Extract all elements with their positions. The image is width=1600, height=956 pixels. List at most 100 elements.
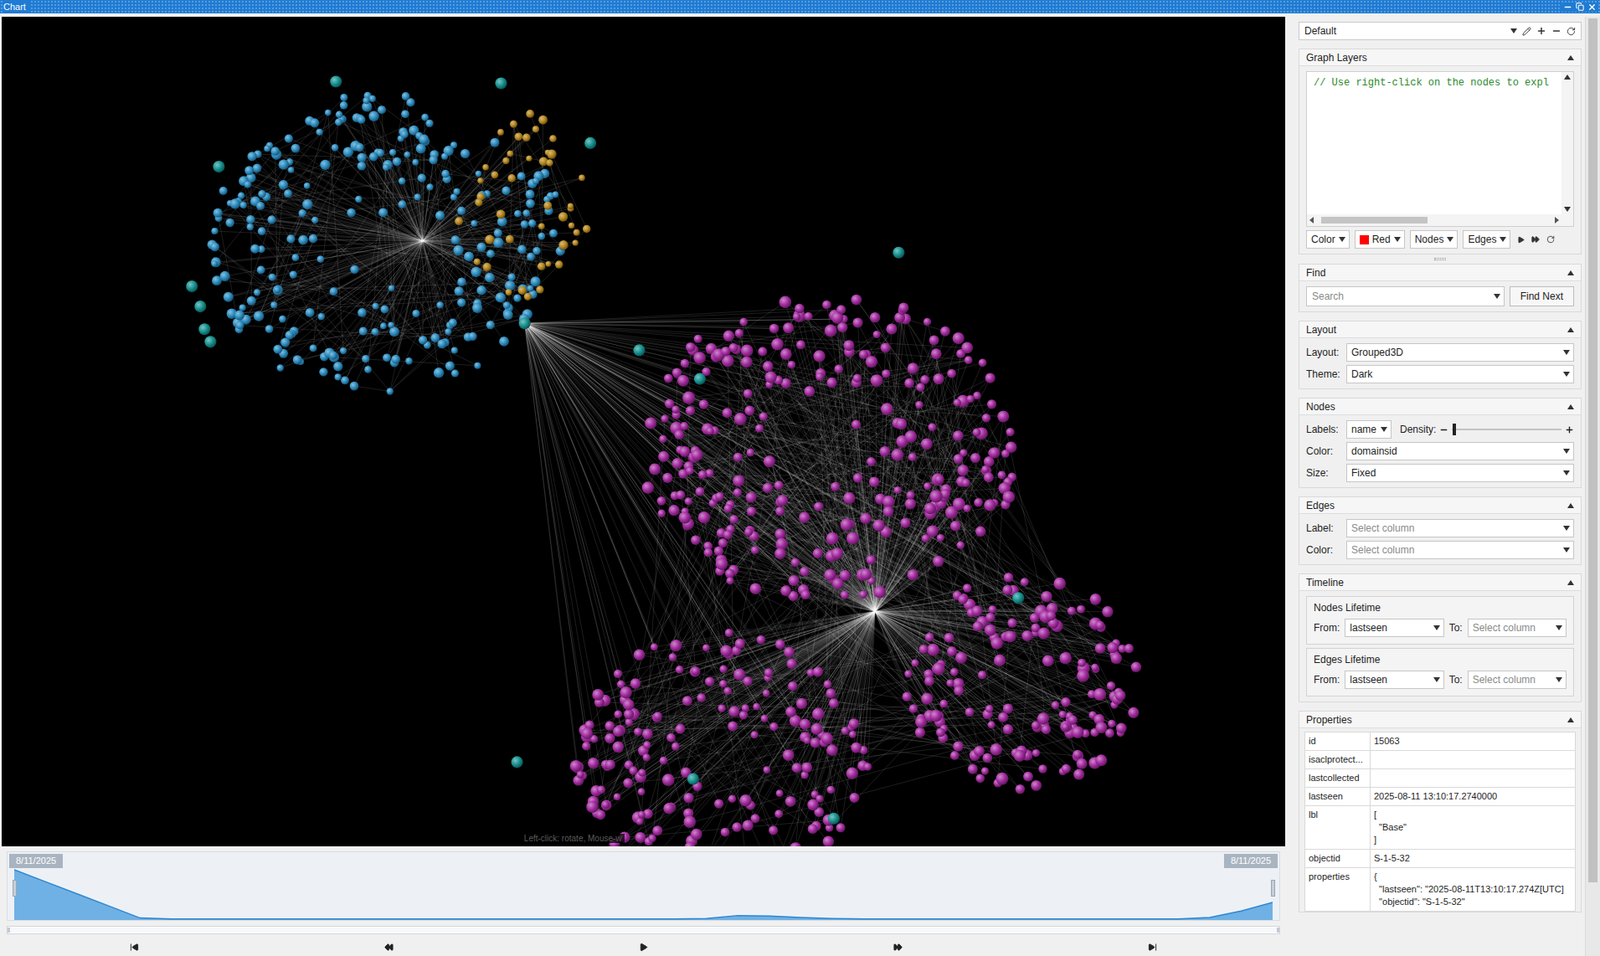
graph-node[interactable] bbox=[277, 364, 284, 371]
graph-node[interactable] bbox=[346, 208, 356, 218]
graph-node[interactable] bbox=[685, 406, 695, 416]
graph-node[interactable] bbox=[997, 470, 1006, 479]
graph-node[interactable] bbox=[1029, 612, 1040, 623]
graph-node[interactable] bbox=[452, 245, 464, 256]
graph-node[interactable] bbox=[357, 115, 366, 124]
graph-node[interactable] bbox=[725, 568, 735, 578]
graph-node[interactable] bbox=[925, 632, 935, 643]
graph-node[interactable] bbox=[253, 288, 261, 296]
graph-node[interactable] bbox=[267, 215, 276, 224]
graph-node[interactable] bbox=[792, 313, 801, 321]
graph-node[interactable] bbox=[530, 276, 541, 287]
graph-node[interactable] bbox=[779, 296, 793, 309]
graph-node[interactable] bbox=[843, 492, 855, 505]
graph-node[interactable] bbox=[532, 125, 540, 133]
graph-node[interactable] bbox=[765, 371, 777, 384]
graph-node[interactable] bbox=[744, 406, 755, 417]
graph-node[interactable] bbox=[780, 348, 793, 361]
graph-node[interactable] bbox=[723, 529, 733, 540]
graph-node[interactable] bbox=[473, 258, 481, 266]
graph-node[interactable] bbox=[722, 407, 733, 418]
graph-node[interactable] bbox=[953, 398, 962, 407]
graph-node[interactable] bbox=[311, 216, 319, 224]
graph-node[interactable] bbox=[390, 354, 401, 365]
graph-node[interactable] bbox=[695, 487, 705, 497]
graph-node[interactable] bbox=[240, 201, 247, 209]
graph-node[interactable] bbox=[959, 448, 968, 457]
graph-node[interactable] bbox=[309, 344, 318, 352]
graph-node[interactable] bbox=[794, 303, 805, 314]
graph-node[interactable] bbox=[660, 415, 669, 423]
graph-node[interactable] bbox=[318, 367, 328, 376]
graph-node[interactable] bbox=[505, 288, 513, 296]
graph-node[interactable] bbox=[331, 144, 340, 152]
close-icon[interactable] bbox=[1587, 2, 1597, 12]
graph-node[interactable] bbox=[962, 478, 971, 488]
graph-node[interactable] bbox=[555, 260, 564, 269]
graph-node[interactable] bbox=[417, 174, 427, 183]
graph-node[interactable] bbox=[450, 141, 458, 149]
graph-node[interactable] bbox=[774, 528, 786, 540]
graph-node[interactable] bbox=[477, 242, 487, 253]
graph-node[interactable] bbox=[298, 209, 307, 217]
graph-node[interactable] bbox=[453, 188, 461, 196]
graph-node[interactable] bbox=[987, 399, 997, 409]
graph-node[interactable] bbox=[418, 134, 429, 145]
graph-node[interactable] bbox=[873, 330, 881, 339]
graph-node[interactable] bbox=[882, 495, 895, 508]
graph-node[interactable] bbox=[679, 421, 689, 431]
graph-node[interactable] bbox=[1007, 618, 1017, 628]
graph-node[interactable] bbox=[486, 320, 495, 330]
graph-node[interactable] bbox=[905, 498, 916, 510]
graph-node[interactable] bbox=[751, 545, 760, 555]
graph-node[interactable] bbox=[357, 153, 367, 163]
graph-node[interactable] bbox=[503, 301, 511, 309]
graph-node[interactable] bbox=[380, 304, 389, 314]
graph-node[interactable] bbox=[288, 166, 295, 174]
graph-node[interactable] bbox=[679, 446, 690, 458]
graph-node[interactable] bbox=[527, 285, 535, 293]
graph-node[interactable] bbox=[272, 285, 283, 296]
graph-node[interactable] bbox=[1005, 427, 1014, 437]
graph-node[interactable] bbox=[880, 343, 891, 354]
graph-node[interactable] bbox=[934, 474, 944, 484]
graph-node[interactable] bbox=[769, 324, 779, 334]
graph-node[interactable] bbox=[436, 301, 443, 309]
graph-node[interactable] bbox=[759, 411, 768, 421]
graph-node[interactable] bbox=[750, 582, 762, 595]
graph-node[interactable] bbox=[509, 120, 518, 129]
graph-node[interactable] bbox=[210, 227, 218, 235]
graph-node[interactable] bbox=[740, 344, 754, 358]
graph-node[interactable] bbox=[776, 494, 788, 506]
graph-node[interactable] bbox=[822, 300, 832, 310]
graph-node[interactable] bbox=[964, 355, 973, 365]
graph-node[interactable] bbox=[873, 519, 885, 532]
graph-node[interactable] bbox=[460, 149, 470, 159]
graph-node[interactable] bbox=[517, 283, 528, 294]
graph-node[interactable] bbox=[502, 157, 510, 165]
graph-node[interactable] bbox=[975, 526, 987, 538]
graph-node[interactable] bbox=[744, 527, 753, 536]
graph-node[interactable] bbox=[940, 326, 951, 337]
graph-node[interactable] bbox=[898, 303, 909, 314]
graph-node[interactable] bbox=[644, 417, 657, 430]
graph-node[interactable] bbox=[256, 201, 265, 211]
graph-node[interactable] bbox=[514, 132, 524, 141]
graph-node[interactable] bbox=[305, 308, 315, 318]
graph-node[interactable] bbox=[725, 576, 734, 585]
graph-node[interactable] bbox=[371, 328, 380, 336]
graph-node[interactable] bbox=[803, 312, 813, 321]
graph-node[interactable] bbox=[270, 146, 280, 156]
graph-node[interactable] bbox=[945, 505, 958, 519]
graph-node[interactable] bbox=[333, 361, 343, 371]
graph-node[interactable] bbox=[904, 378, 915, 389]
graph-node[interactable] bbox=[648, 463, 661, 475]
graph-node[interactable] bbox=[549, 134, 557, 143]
graph-node[interactable] bbox=[284, 134, 294, 144]
graph-canvas[interactable]: Left-click: rotate, Mouse-w bbox=[1, 16, 1286, 847]
graph-node[interactable] bbox=[525, 199, 536, 209]
graph-node[interactable] bbox=[470, 220, 478, 227]
graph-node[interactable] bbox=[932, 373, 944, 385]
graph-node[interactable] bbox=[701, 422, 714, 435]
graph-node[interactable] bbox=[411, 159, 419, 166]
